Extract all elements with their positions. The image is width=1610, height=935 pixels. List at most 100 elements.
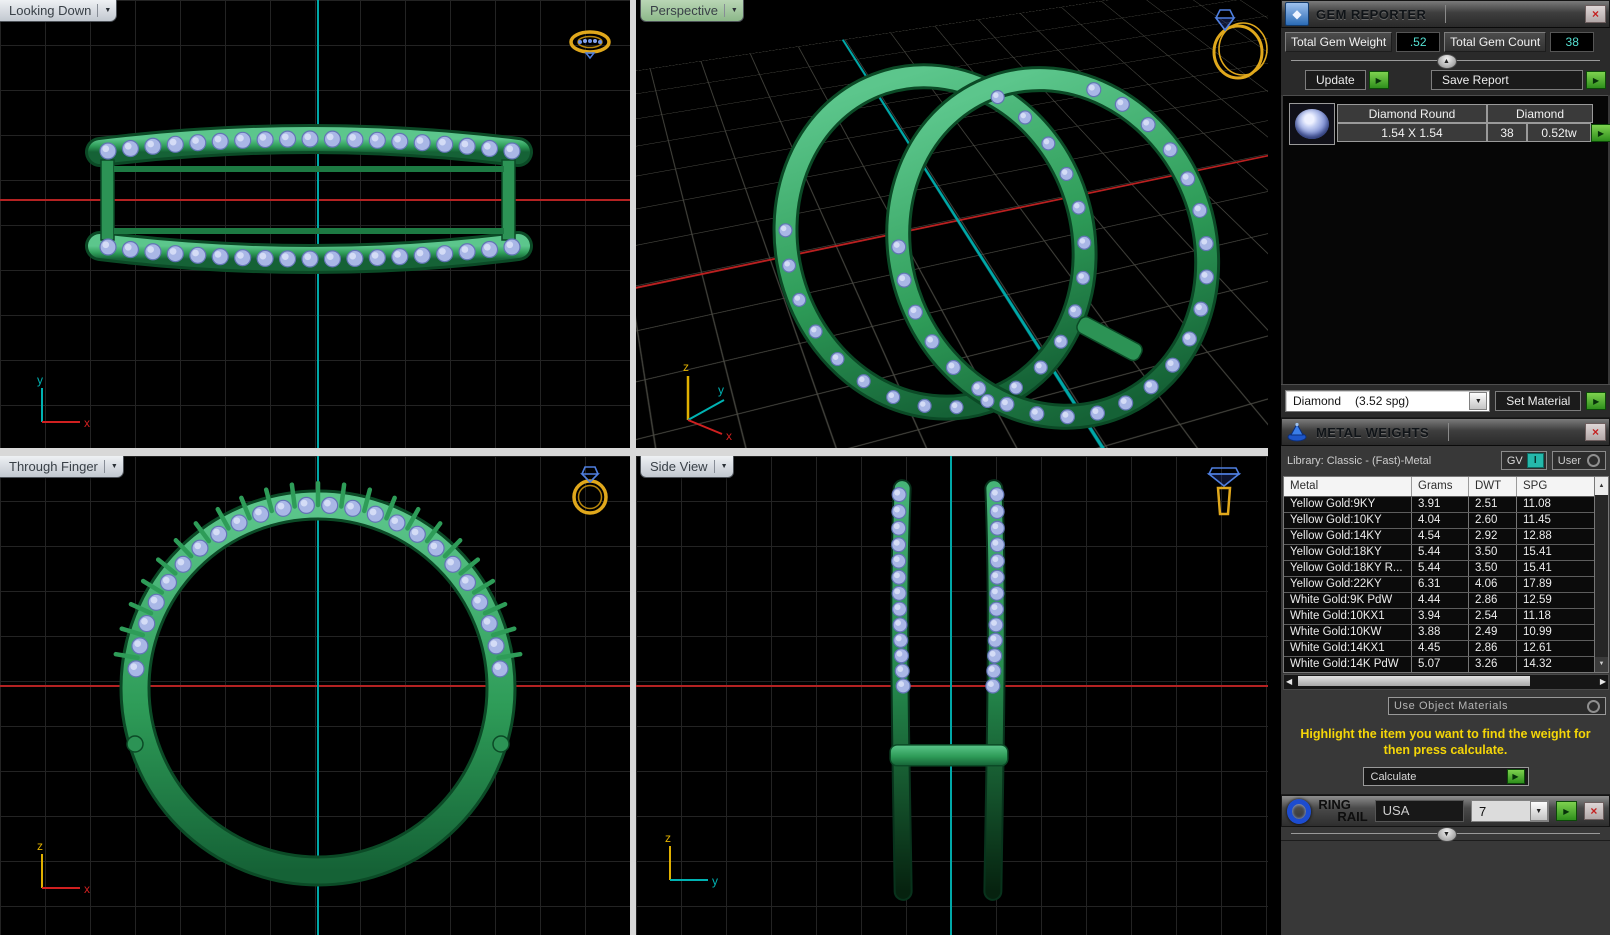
vertical-scrollbar[interactable]: ▲ ▼: [1594, 477, 1608, 672]
gem-stone-image: [1295, 109, 1329, 139]
dwt-cell: 3.26: [1469, 657, 1517, 672]
chevron-down-icon[interactable]: ▼: [111, 463, 118, 470]
viewport-looking-down[interactable]: y x Looking Down ▼: [0, 0, 630, 448]
metal-table-row[interactable]: White Gold:14KX1 4.45 2.86 12.61: [1284, 640, 1608, 656]
grams-cell: 5.44: [1412, 545, 1469, 560]
user-toggle[interactable]: User: [1552, 451, 1606, 470]
ring-size-standard-field[interactable]: USA: [1375, 800, 1464, 822]
gv-toggle[interactable]: GV I: [1501, 451, 1547, 470]
svg-text:y: y: [718, 383, 724, 397]
chevron-down-icon[interactable]: ▼: [721, 463, 728, 470]
gem-count-cell[interactable]: 38: [1487, 123, 1527, 142]
gem-weight-cell[interactable]: 0.52tw: [1527, 123, 1591, 142]
metal-table-row[interactable]: Yellow Gold:10KY 4.04 2.60 11.45: [1284, 512, 1608, 528]
save-report-play-icon[interactable]: ▶: [1586, 71, 1606, 89]
ring-model-side-view[interactable]: [636, 456, 1268, 935]
metal-table-row[interactable]: White Gold:14K PdW 5.07 3.26 14.32: [1284, 656, 1608, 672]
viewport-tab-perspective[interactable]: Perspective ▼: [640, 0, 744, 22]
set-material-play-icon[interactable]: ▶: [1586, 392, 1606, 410]
gem-reporter-icon: ◆: [1285, 2, 1309, 26]
material-select[interactable]: Diamond (3.52 spg) ▼: [1285, 390, 1490, 412]
chevron-down-icon[interactable]: ▼: [1469, 392, 1487, 410]
ring-rail-panel: RING RAIL USA 7 ▼ ▶ × ▼: [1281, 795, 1610, 841]
metal-table-row[interactable]: Yellow Gold:14KY 4.54 2.92 12.88: [1284, 528, 1608, 544]
close-icon[interactable]: ×: [1584, 802, 1604, 820]
gem-size-cell[interactable]: 1.54 X 1.54: [1337, 123, 1487, 142]
viewport-tab-label: Through Finger: [9, 459, 98, 474]
ring-rail-title: RING RAIL: [1318, 799, 1367, 823]
ring-icon: [1287, 799, 1311, 824]
collapse-up-icon[interactable]: ▲: [1437, 54, 1457, 69]
total-gem-count-label: Total Gem Count: [1444, 32, 1546, 52]
scroll-left-icon[interactable]: ◀: [1286, 675, 1292, 689]
collapse-down-icon[interactable]: ▼: [1437, 827, 1457, 842]
close-icon[interactable]: ×: [1585, 423, 1606, 441]
scroll-down-icon[interactable]: ▼: [1595, 657, 1608, 672]
user-radio-icon[interactable]: [1587, 454, 1600, 467]
viewport-tab-side-view[interactable]: Side View ▼: [640, 456, 734, 478]
chevron-down-icon[interactable]: ▼: [104, 7, 111, 14]
total-gem-weight-value: .52: [1396, 32, 1440, 52]
metal-table-row[interactable]: Yellow Gold:18KY R... 5.44 3.50 15.41: [1284, 560, 1608, 576]
dwt-cell: 3.50: [1469, 561, 1517, 576]
scroll-right-icon[interactable]: ▶: [1600, 675, 1606, 689]
grams-cell: 4.54: [1412, 529, 1469, 544]
calculate-button[interactable]: Calculate ▶: [1363, 767, 1529, 786]
library-row: Library: Classic - (Fast)-Metal GV I Use…: [1281, 446, 1610, 474]
collapse-handle: ▲: [1281, 54, 1610, 67]
gem-cut-header[interactable]: Diamond Round: [1337, 104, 1487, 123]
grams-cell: 3.94: [1412, 609, 1469, 624]
tab-separator: [724, 4, 725, 17]
col-grams[interactable]: Grams: [1412, 477, 1469, 496]
metal-table-row[interactable]: White Gold:10KW 3.88 2.49 10.99: [1284, 624, 1608, 640]
update-button[interactable]: Update: [1305, 70, 1366, 90]
col-dwt[interactable]: DWT: [1469, 477, 1517, 496]
calculate-play-icon[interactable]: ▶: [1507, 769, 1525, 784]
metal-table-row[interactable]: White Gold:9K PdW 4.44 2.86 12.59: [1284, 592, 1608, 608]
save-report-button[interactable]: Save Report: [1431, 70, 1583, 90]
scrollbar-thumb[interactable]: [1298, 676, 1530, 686]
metal-name-cell: Yellow Gold:22KY: [1284, 577, 1412, 592]
axis-triad: y x: [28, 372, 98, 432]
chevron-down-icon[interactable]: ▼: [731, 7, 738, 14]
dwt-cell: 3.50: [1469, 545, 1517, 560]
gem-material-header[interactable]: Diamond: [1487, 104, 1593, 123]
viewport-tab-label: Side View: [650, 459, 708, 474]
metal-weights-title-bar[interactable]: METAL WEIGHTS ×: [1281, 418, 1610, 446]
viewport-tab-through-finger[interactable]: Through Finger ▼: [0, 456, 124, 478]
view-orientation-ring-front-icon: [565, 461, 615, 517]
metal-name-cell: White Gold:14K PdW: [1284, 657, 1412, 672]
scroll-up-icon[interactable]: ▲: [1595, 477, 1608, 495]
metal-name-cell: White Gold:10KW: [1284, 625, 1412, 640]
gem-row-play-icon[interactable]: ▶: [1591, 124, 1610, 142]
material-row: Diamond (3.52 spg) ▼ Set Material ▶: [1281, 384, 1610, 417]
chevron-down-icon[interactable]: ▼: [1530, 801, 1548, 821]
viewport-divider-horizontal[interactable]: [0, 448, 1268, 456]
ring-size-select[interactable]: 7 ▼: [1471, 800, 1549, 822]
view-orientation-ring-perspective-icon: [1202, 6, 1268, 82]
axis-triad: z y: [650, 830, 730, 890]
metal-table-row[interactable]: Yellow Gold:9KY 3.91 2.51 11.08: [1284, 496, 1608, 512]
dwt-cell: 2.49: [1469, 625, 1517, 640]
metal-table-row[interactable]: Yellow Gold:22KY 6.31 4.06 17.89: [1284, 576, 1608, 592]
horizontal-scrollbar[interactable]: ◀ ▶: [1283, 674, 1609, 690]
viewport-tab-looking-down[interactable]: Looking Down ▼: [0, 0, 117, 22]
set-material-button[interactable]: Set Material: [1495, 391, 1581, 411]
update-play-icon[interactable]: ▶: [1369, 71, 1389, 89]
close-icon[interactable]: ×: [1585, 5, 1606, 23]
gem-reporter-title-bar[interactable]: ◆ GEM REPORTER ×: [1281, 0, 1610, 28]
col-metal[interactable]: Metal: [1284, 477, 1412, 496]
viewport-side-view[interactable]: z y Side View ▼: [636, 456, 1268, 935]
ring-rail-play-icon[interactable]: ▶: [1556, 801, 1577, 821]
viewport-divider-vertical[interactable]: [630, 0, 636, 935]
grams-cell: 3.88: [1412, 625, 1469, 640]
dwt-cell: 2.51: [1469, 497, 1517, 512]
viewport-perspective[interactable]: z y x Perspective ▼: [636, 0, 1268, 448]
metal-table-row[interactable]: Yellow Gold:18KY 5.44 3.50 15.41: [1284, 544, 1608, 560]
gem-thumbnail[interactable]: [1289, 103, 1335, 145]
svg-text:y: y: [712, 874, 718, 888]
use-object-materials-toggle[interactable]: Use Object Materials: [1388, 697, 1606, 715]
viewport-through-finger[interactable]: z x Through Finger ▼: [0, 456, 630, 935]
use-object-materials-radio-icon[interactable]: [1587, 700, 1600, 713]
metal-table-row[interactable]: White Gold:10KX1 3.94 2.54 11.18: [1284, 608, 1608, 624]
